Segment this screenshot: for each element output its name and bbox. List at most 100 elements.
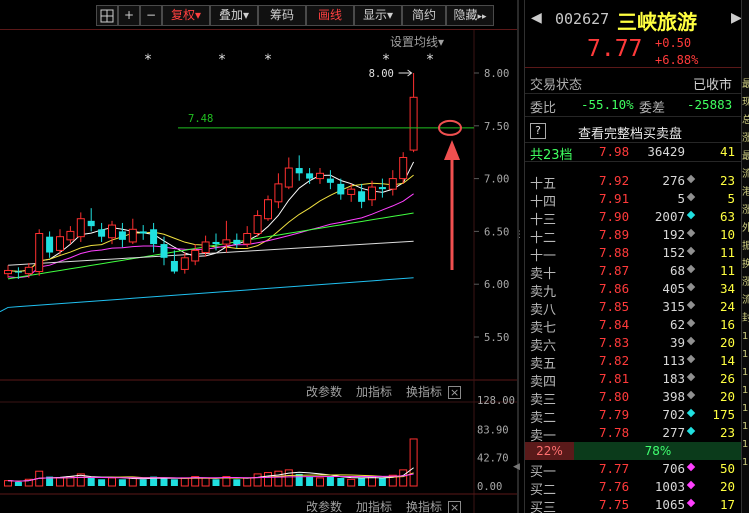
ask-level-row[interactable]: 卖一 7.78 277 23 — [525, 424, 742, 444]
volume-bar-down — [212, 479, 220, 486]
volume-bar-down — [118, 479, 126, 486]
full-orderbook-label: 查看完整档买卖盘 — [578, 127, 683, 142]
ask-level-row[interactable]: 卖四 7.81 183 26 — [525, 370, 742, 390]
candlestick-chart[interactable]: 8.00 7.50 7.00 6.50 6.00 5.50 128.00 83.90 42.7… — [0, 0, 519, 513]
bid-level-row[interactable]: 买一 7.77 706 50 — [525, 460, 742, 480]
candle-body-down — [87, 220, 95, 227]
ask-level-row[interactable]: 卖九 7.86 405 34 — [525, 280, 742, 300]
chart-area[interactable]: + − 复权▾ 叠加▾ 筹码 画线 显示▾ 简约 隐藏▸▸ 设置均线▾ 8.00… — [0, 0, 519, 513]
level-count: 26 — [719, 371, 735, 386]
level-volume: 152 — [662, 245, 685, 260]
bid-level-row[interactable]: 买三 7.75 1065 17 — [525, 496, 742, 513]
diamond-icon — [686, 426, 696, 436]
weibi-label: 委比 — [530, 101, 557, 116]
volume-bar-up — [316, 477, 324, 487]
level-price: 7.79 — [599, 407, 630, 422]
collapse-toggle-icon[interactable]: ◀ — [513, 462, 521, 478]
volume-bars — [4, 438, 418, 487]
volume-bar-up — [253, 473, 262, 487]
volume-bar-down — [160, 477, 168, 486]
ask-level-row[interactable]: 十三 7.90 2007 63 — [525, 208, 742, 228]
ask-level-row[interactable]: 卖二 7.79 702 175 — [525, 406, 742, 426]
high-price-label: 8.00 — [369, 68, 394, 80]
volume-tick-label: 42.70 — [477, 452, 509, 464]
diamond-icon — [686, 228, 696, 238]
level-price: 7.86 — [599, 281, 630, 296]
ask-level-row[interactable]: 卖十 7.87 68 11 — [525, 262, 742, 282]
stock-code: 002627 — [555, 10, 610, 28]
add-indicator-link[interactable]: 加指标 — [356, 500, 392, 513]
candle-body-up — [24, 266, 33, 275]
candle-body-up — [191, 249, 200, 262]
candle-body-down — [46, 236, 54, 253]
bid-level-row[interactable]: 买二 7.76 1003 20 — [525, 478, 742, 498]
level-count: 34 — [719, 281, 735, 296]
level-volume: 277 — [662, 425, 685, 440]
weibi-value: -55.10% — [581, 97, 634, 112]
candle-body-up — [316, 172, 324, 180]
panel-divider[interactable] — [517, 0, 519, 513]
full-orderbook-button[interactable]: ? 查看完整档买卖盘 — [530, 122, 738, 142]
volume-bar-down — [87, 477, 95, 486]
ask-level-row[interactable]: 卖七 7.84 62 16 — [525, 316, 742, 336]
diamond-icon — [686, 390, 696, 400]
candle-body-up — [35, 233, 44, 273]
level-volume: 5 — [677, 191, 685, 206]
level-count: 10 — [719, 227, 735, 242]
level-volume: 1003 — [654, 479, 685, 494]
ask-level-row[interactable]: 十四 7.91 5 5 — [525, 190, 742, 210]
diamond-icon — [686, 498, 696, 508]
level-volume: 1065 — [654, 497, 685, 512]
chart-annotations: 7.488.00* * * * * — [145, 52, 474, 270]
candle-body-up — [4, 269, 12, 275]
level-price: 7.87 — [599, 263, 630, 278]
candle-body-down — [139, 231, 147, 234]
diamond-icon — [686, 282, 696, 292]
star-marker-icon: * — [427, 52, 434, 68]
candle-body-up — [253, 215, 262, 235]
close-icon[interactable]: × — [448, 501, 462, 513]
ask-level-row[interactable]: 卖八 7.85 315 24 — [525, 298, 742, 318]
ask-level-row[interactable]: 卖六 7.83 39 20 — [525, 334, 742, 354]
price-tick-label: 6.00 — [484, 279, 509, 291]
level-count: 24 — [719, 299, 735, 314]
level-volume: 62 — [669, 317, 685, 332]
volume-bar-up — [284, 469, 293, 487]
candle-body-down — [170, 260, 178, 272]
diamond-icon — [686, 462, 696, 472]
weicha-label: 委差 — [639, 101, 666, 116]
ask-level-row[interactable]: 卖五 7.82 113 14 — [525, 352, 742, 372]
collapse-handle-icon[interactable]: ⋮ — [515, 230, 524, 244]
star-marker-icon: * — [383, 52, 390, 68]
candle-body-up — [180, 257, 189, 270]
level-price: 7.90 — [599, 209, 630, 224]
volume-bar-up — [264, 472, 272, 487]
edit-params-link[interactable]: 改参数 — [306, 385, 342, 399]
ask-level-row[interactable]: 十二 7.89 192 10 — [525, 226, 742, 246]
level-count: 14 — [719, 353, 735, 368]
ask-level-row[interactable]: 十五 7.92 276 23 — [525, 172, 742, 192]
add-indicator-link[interactable]: 加指标 — [356, 385, 392, 399]
total-levels-row: 共23档 7.98 36429 41 — [525, 142, 742, 163]
level-count: 20 — [719, 389, 735, 404]
level-price: 7.88 — [599, 245, 630, 260]
level-count: 23 — [719, 425, 735, 440]
switch-indicator-link[interactable]: 换指标 — [406, 385, 442, 399]
last-price: 7.77 — [587, 36, 643, 62]
ask-level-row[interactable]: 卖三 7.80 398 20 — [525, 388, 742, 408]
level-count: 11 — [719, 263, 735, 278]
help-icon: ? — [530, 123, 546, 139]
diamond-icon — [686, 318, 696, 328]
quote-header: ◀ 002627 三峡旅游 ▶ 7.77 +0.50 +6.88% — [525, 0, 742, 68]
ask-level-row[interactable]: 十一 7.88 152 11 — [525, 244, 742, 264]
volume-bar-up — [409, 438, 418, 487]
close-icon[interactable]: × — [448, 386, 462, 399]
candle-body-down — [98, 229, 106, 237]
price-axis: 8.00 7.50 7.00 6.50 6.00 5.50 — [484, 68, 509, 344]
candle-body-up — [399, 156, 408, 180]
candle-body-up — [66, 230, 75, 241]
edit-params-link[interactable]: 改参数 — [306, 500, 342, 513]
prev-stock-icon[interactable]: ◀ — [531, 10, 542, 26]
volume-bar-down — [337, 477, 345, 486]
switch-indicator-link[interactable]: 换指标 — [406, 500, 442, 513]
